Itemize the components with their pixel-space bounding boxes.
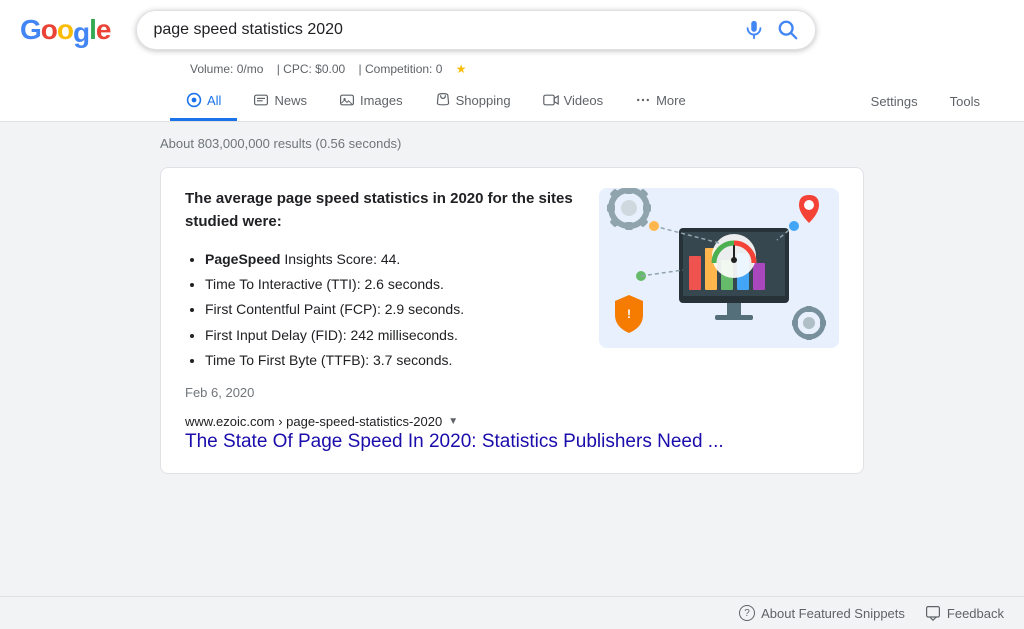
feedback-icon <box>925 605 941 621</box>
logo-l: l <box>89 14 96 46</box>
list-item: First Contentful Paint (FCP): 2.9 second… <box>205 297 579 322</box>
search-input[interactable]: page speed statistics 2020 <box>153 21 743 39</box>
tab-more[interactable]: More <box>619 82 702 121</box>
main-content: About 803,000,000 results (0.56 seconds)… <box>0 122 1024 488</box>
bullet-bold-1: PageSpeed <box>205 251 280 267</box>
logo-g2: g <box>73 17 89 49</box>
logo-o2: o <box>57 14 73 46</box>
search-icon[interactable] <box>777 19 799 41</box>
about-snippets-button[interactable]: ? About Featured Snippets <box>739 605 905 621</box>
info-icon: ? <box>739 605 755 621</box>
snippet-image: ! <box>599 188 839 348</box>
header-top: Google page speed statistics 2020 <box>20 10 1004 58</box>
tab-all-label: All <box>207 93 221 108</box>
settings-button[interactable]: Settings <box>857 84 932 119</box>
snippet-inner: The average page speed statistics in 202… <box>185 188 839 400</box>
bottom-bar: ? About Featured Snippets Feedback <box>0 596 1024 629</box>
tab-videos[interactable]: Videos <box>527 82 620 121</box>
list-item: Time To Interactive (TTI): 2.6 seconds. <box>205 272 579 297</box>
snippet-list: PageSpeed Insights Score: 44. Time To In… <box>185 247 579 373</box>
header: Google page speed statistics 2020 Vo <box>0 0 1024 122</box>
results-count: About 803,000,000 results (0.56 seconds) <box>160 136 864 151</box>
news-icon <box>253 92 269 108</box>
tab-all[interactable]: All <box>170 82 237 121</box>
snippet-illustration: ! <box>599 188 839 348</box>
snippet-text: The average page speed statistics in 202… <box>185 188 579 400</box>
logo-e: e <box>96 14 111 46</box>
result-url: www.ezoic.com › page-speed-statistics-20… <box>185 414 839 429</box>
star-icon[interactable]: ★ <box>456 62 467 76</box>
search-icons <box>743 19 799 41</box>
volume-text: Volume: 0/mo <box>190 62 263 76</box>
competition-text: Competition: 0 <box>365 62 442 76</box>
logo-o1: o <box>41 14 57 46</box>
tab-news[interactable]: News <box>237 82 323 121</box>
about-snippets-label: About Featured Snippets <box>761 606 905 621</box>
url-dropdown-icon[interactable]: ▼ <box>448 416 458 427</box>
images-icon <box>339 92 355 108</box>
list-item: First Input Delay (FID): 242 millisecond… <box>205 323 579 348</box>
list-item: PageSpeed Insights Score: 44. <box>205 247 579 272</box>
list-item: Time To First Byte (TTFB): 3.7 seconds. <box>205 348 579 373</box>
snippet-date: Feb 6, 2020 <box>185 385 579 400</box>
feedback-label: Feedback <box>947 606 1004 621</box>
mic-icon[interactable] <box>743 19 765 41</box>
tab-videos-label: Videos <box>564 93 604 108</box>
tab-more-label: More <box>656 93 686 108</box>
featured-snippet-card: The average page speed statistics in 202… <box>160 167 864 474</box>
all-icon <box>186 92 202 108</box>
result-link[interactable]: The State Of Page Speed In 2020: Statist… <box>185 431 839 453</box>
nav-tabs: All News Images <box>170 82 702 121</box>
nav-right: Settings Tools <box>857 84 1004 119</box>
feedback-button[interactable]: Feedback <box>925 605 1004 621</box>
nav-row: All News Images <box>20 82 1004 121</box>
tab-news-label: News <box>274 93 307 108</box>
tab-shopping-label: Shopping <box>456 93 511 108</box>
more-icon <box>635 92 651 108</box>
tools-button[interactable]: Tools <box>936 84 994 119</box>
videos-icon <box>543 92 559 108</box>
volume-bar: Volume: 0/mo | CPC: $0.00 | Competition:… <box>190 58 1004 82</box>
tab-images-label: Images <box>360 93 403 108</box>
cpc-text: CPC: $0.00 <box>283 62 345 76</box>
tab-shopping[interactable]: Shopping <box>419 82 527 121</box>
google-logo: Google <box>20 14 110 46</box>
svg-text:!: ! <box>627 307 631 321</box>
logo-g: G <box>20 14 41 46</box>
search-bar[interactable]: page speed statistics 2020 <box>136 10 816 50</box>
snippet-title: The average page speed statistics in 202… <box>185 188 579 233</box>
shopping-icon <box>435 92 451 108</box>
tab-images[interactable]: Images <box>323 82 419 121</box>
result-url-text: www.ezoic.com › page-speed-statistics-20… <box>185 414 442 429</box>
